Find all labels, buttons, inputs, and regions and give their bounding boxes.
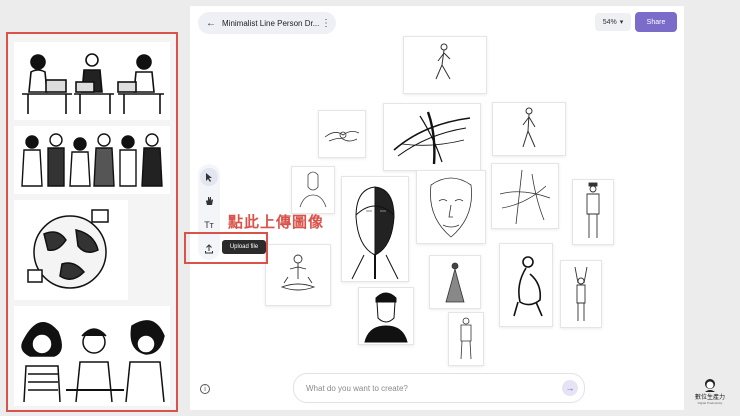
prompt-input[interactable]: What do you want to create? → — [293, 373, 585, 403]
caret-down-icon: ▾ — [619, 19, 624, 26]
man-arms-up-drawing — [574, 266, 588, 321]
bust-sketch-drawing — [299, 171, 327, 208]
friends-drawing — [21, 320, 165, 403]
brand-avatar-icon — [705, 379, 715, 392]
upload-tooltip: Upload file — [222, 240, 266, 254]
zoom-dropdown[interactable]: 54% ▾ — [595, 13, 631, 31]
upload-annotation: 點此上傳圖像 — [228, 213, 325, 231]
canvas-image-standing-woman[interactable] — [448, 312, 484, 366]
canvas-image-walking-figure[interactable] — [492, 102, 566, 156]
share-button[interactable]: Share — [635, 12, 677, 32]
canvas-image-abstract-strokes[interactable] — [383, 103, 481, 171]
office-workers-drawing — [22, 53, 164, 114]
info-icon[interactable]: i — [200, 384, 210, 394]
split-face-drawing — [351, 186, 399, 280]
example-image-friends — [14, 306, 170, 406]
hand-icon[interactable] — [200, 192, 218, 210]
crowd-drawing — [21, 133, 163, 187]
canvas-image-man-arms-up[interactable] — [560, 260, 602, 328]
project-title-bar: ← Minimalist Line Person Dr... ⋮ — [198, 12, 336, 34]
canvas-image-face-line[interactable] — [416, 170, 486, 244]
example-image-globe — [14, 200, 128, 300]
yoga-drawing — [280, 254, 316, 291]
cursor-icon[interactable] — [200, 168, 218, 186]
canvas-image-man-portrait[interactable] — [358, 287, 414, 345]
brand-logo: 數位生產力 Digital Productivity — [688, 378, 732, 405]
sitting-figure-drawing — [513, 256, 543, 317]
back-arrow-icon[interactable]: ← — [206, 18, 216, 29]
globe-drawing — [27, 209, 109, 289]
woman-dress-drawing — [445, 262, 465, 303]
canvas-image-walking-man[interactable] — [403, 36, 487, 94]
canvas-image-abstract-lines[interactable] — [491, 163, 559, 229]
example-image-crowd — [14, 126, 170, 194]
brand-tagline: Digital Productivity — [697, 401, 723, 405]
man-portrait-drawing — [364, 292, 408, 343]
send-arrow-icon[interactable]: → — [562, 380, 578, 396]
walking-figure-drawing — [522, 107, 536, 148]
canvas-image-split-face[interactable] — [341, 176, 409, 282]
canvas-image-bust-sketch[interactable] — [291, 166, 335, 214]
more-vertical-icon[interactable]: ⋮ — [320, 18, 332, 29]
standing-woman-drawing — [460, 317, 472, 360]
hand-svg — [206, 197, 213, 205]
project-title[interactable]: Minimalist Line Person Dr... — [222, 19, 320, 28]
face-line-drawing — [430, 177, 472, 238]
example-image-office-workers — [14, 42, 170, 120]
cursor-svg — [206, 173, 212, 182]
hands-drawing — [324, 131, 360, 142]
canvas-image-sitting-figure[interactable] — [499, 243, 553, 327]
example-images-panel — [6, 32, 178, 412]
canvas-image-woman-dress[interactable] — [429, 255, 481, 309]
brand-name: 數位生產力 — [694, 394, 725, 401]
design-canvas[interactable]: ← Minimalist Line Person Dr... ⋮ 54% ▾ S… — [184, 6, 684, 410]
abstract-strokes-drawing — [393, 111, 471, 165]
canvas-image-hands[interactable] — [318, 110, 366, 158]
canvas-image-standing-man[interactable] — [572, 179, 614, 245]
zoom-value: 54% — [602, 18, 617, 26]
standing-man-drawing — [586, 182, 600, 238]
canvas-image-yoga[interactable] — [265, 244, 331, 306]
abstract-lines-drawing — [499, 169, 551, 225]
walking-man-drawing — [435, 43, 451, 80]
prompt-placeholder: What do you want to create? — [306, 383, 408, 393]
